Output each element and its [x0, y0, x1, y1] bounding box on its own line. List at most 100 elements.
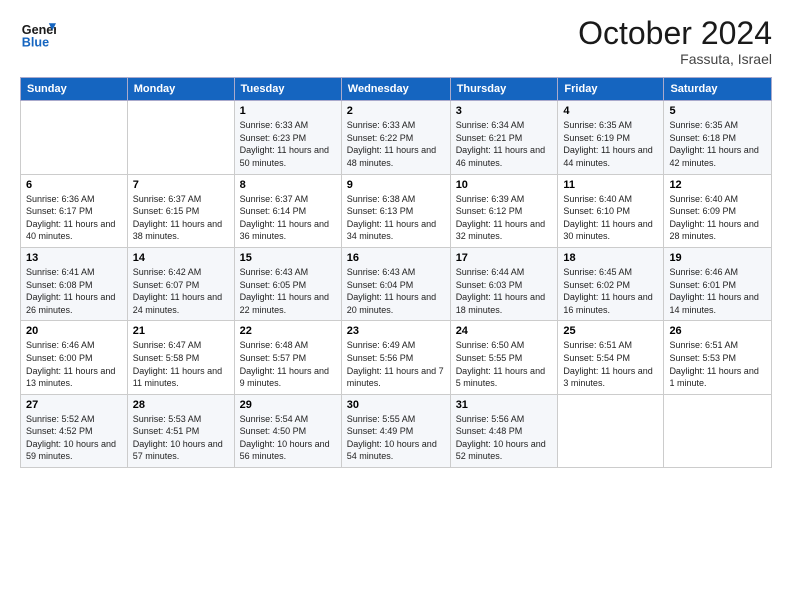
day-number: 24	[456, 325, 553, 337]
week-row-0: 1 Sunrise: 6:33 AM Sunset: 6:23 PM Daylig…	[21, 101, 772, 174]
title-area: October 2024 Fassuta, Israel	[578, 16, 772, 67]
week-row-2: 13Sunrise: 6:41 AM Sunset: 6:08 PM Dayli…	[21, 247, 772, 320]
day-info: Sunrise: 6:35 AM Sunset: 6:18 PM Dayligh…	[669, 119, 766, 169]
page: General Blue October 2024 Fassuta, Israe…	[0, 0, 792, 612]
day-info: Sunrise: 6:38 AM Sunset: 6:13 PM Dayligh…	[347, 193, 445, 243]
cal-cell: 7 Sunrise: 6:37 AM Sunset: 6:15 PM Daylig…	[127, 174, 234, 247]
day-info: Sunrise: 6:33 AM Sunset: 6:23 PM Dayligh…	[240, 119, 336, 169]
day-number: 11	[563, 179, 658, 191]
month-title: October 2024	[578, 16, 772, 51]
col-header-wednesday: Wednesday	[341, 78, 450, 101]
cal-cell: 6 Sunrise: 6:36 AM Sunset: 6:17 PM Daylig…	[21, 174, 128, 247]
col-header-tuesday: Tuesday	[234, 78, 341, 101]
day-number: 25	[563, 325, 658, 337]
cal-cell: 1 Sunrise: 6:33 AM Sunset: 6:23 PM Daylig…	[234, 101, 341, 174]
day-info: Sunrise: 5:56 AM Sunset: 4:48 PM Dayligh…	[456, 413, 553, 463]
header: General Blue October 2024 Fassuta, Israe…	[20, 16, 772, 67]
subtitle: Fassuta, Israel	[578, 51, 772, 67]
day-number: 16	[347, 252, 445, 264]
calendar-table: SundayMondayTuesdayWednesdayThursdayFrid…	[20, 77, 772, 468]
day-number: 27	[26, 399, 122, 411]
day-number: 14	[133, 252, 229, 264]
day-number: 29	[240, 399, 336, 411]
cal-cell: 17Sunrise: 6:44 AM Sunset: 6:03 PM Dayli…	[450, 247, 558, 320]
cal-cell: 12 Sunrise: 6:40 AM Sunset: 6:09 PM Dayli…	[664, 174, 772, 247]
week-row-1: 6 Sunrise: 6:36 AM Sunset: 6:17 PM Daylig…	[21, 174, 772, 247]
day-number: 15	[240, 252, 336, 264]
day-info: Sunrise: 6:50 AM Sunset: 5:55 PM Dayligh…	[456, 339, 553, 389]
col-header-sunday: Sunday	[21, 78, 128, 101]
cal-cell: 15 Sunrise: 6:43 AM Sunset: 6:05 PM Dayli…	[234, 247, 341, 320]
cal-cell: 29Sunrise: 5:54 AM Sunset: 4:50 PM Dayli…	[234, 394, 341, 467]
cal-cell: 4Sunrise: 6:35 AM Sunset: 6:19 PM Daylig…	[558, 101, 664, 174]
cal-cell: 23Sunrise: 6:49 AM Sunset: 5:56 PM Dayli…	[341, 321, 450, 394]
day-info: Sunrise: 5:55 AM Sunset: 4:49 PM Dayligh…	[347, 413, 445, 463]
col-header-monday: Monday	[127, 78, 234, 101]
day-info: Sunrise: 6:37 AM Sunset: 6:15 PM Dayligh…	[133, 193, 229, 243]
cal-cell: 10 Sunrise: 6:39 AM Sunset: 6:12 PM Dayli…	[450, 174, 558, 247]
cal-cell	[127, 101, 234, 174]
week-row-3: 20Sunrise: 6:46 AM Sunset: 6:00 PM Dayli…	[21, 321, 772, 394]
day-number: 7	[133, 179, 229, 191]
cal-cell: 13Sunrise: 6:41 AM Sunset: 6:08 PM Dayli…	[21, 247, 128, 320]
day-number: 18	[563, 252, 658, 264]
col-header-thursday: Thursday	[450, 78, 558, 101]
day-number: 17	[456, 252, 553, 264]
cal-cell: 11 Sunrise: 6:40 AM Sunset: 6:10 PM Dayli…	[558, 174, 664, 247]
day-number: 31	[456, 399, 553, 411]
day-info: Sunrise: 6:48 AM Sunset: 5:57 PM Dayligh…	[240, 339, 336, 389]
day-info: Sunrise: 5:53 AM Sunset: 4:51 PM Dayligh…	[133, 413, 229, 463]
day-number: 28	[133, 399, 229, 411]
day-info: Sunrise: 6:40 AM Sunset: 6:10 PM Dayligh…	[563, 193, 658, 243]
day-info: Sunrise: 6:43 AM Sunset: 6:05 PM Dayligh…	[240, 266, 336, 316]
cal-cell: 28 Sunrise: 5:53 AM Sunset: 4:51 PM Dayli…	[127, 394, 234, 467]
day-info: Sunrise: 6:34 AM Sunset: 6:21 PM Dayligh…	[456, 119, 553, 169]
day-info: Sunrise: 6:33 AM Sunset: 6:22 PM Dayligh…	[347, 119, 445, 169]
day-number: 3	[456, 105, 553, 117]
day-number: 10	[456, 179, 553, 191]
day-number: 30	[347, 399, 445, 411]
svg-text:Blue: Blue	[22, 36, 49, 50]
day-number: 26	[669, 325, 766, 337]
col-header-friday: Friday	[558, 78, 664, 101]
cal-cell: 8Sunrise: 6:37 AM Sunset: 6:14 PM Daylig…	[234, 174, 341, 247]
header-row: SundayMondayTuesdayWednesdayThursdayFrid…	[21, 78, 772, 101]
day-number: 2	[347, 105, 445, 117]
day-info: Sunrise: 6:39 AM Sunset: 6:12 PM Dayligh…	[456, 193, 553, 243]
day-info: Sunrise: 6:41 AM Sunset: 6:08 PM Dayligh…	[26, 266, 122, 316]
day-number: 12	[669, 179, 766, 191]
logo: General Blue	[20, 16, 56, 52]
cal-cell: 9 Sunrise: 6:38 AM Sunset: 6:13 PM Daylig…	[341, 174, 450, 247]
day-number: 21	[133, 325, 229, 337]
cal-cell: 16 Sunrise: 6:43 AM Sunset: 6:04 PM Dayli…	[341, 247, 450, 320]
day-number: 4	[563, 105, 658, 117]
day-number: 19	[669, 252, 766, 264]
day-info: Sunrise: 6:47 AM Sunset: 5:58 PM Dayligh…	[133, 339, 229, 389]
day-number: 8	[240, 179, 336, 191]
day-number: 9	[347, 179, 445, 191]
cal-cell: 24 Sunrise: 6:50 AM Sunset: 5:55 PM Dayli…	[450, 321, 558, 394]
cal-cell: 21 Sunrise: 6:47 AM Sunset: 5:58 PM Dayli…	[127, 321, 234, 394]
cal-cell: 14 Sunrise: 6:42 AM Sunset: 6:07 PM Dayli…	[127, 247, 234, 320]
day-number: 1	[240, 105, 336, 117]
day-info: Sunrise: 6:42 AM Sunset: 6:07 PM Dayligh…	[133, 266, 229, 316]
cal-cell: 3 Sunrise: 6:34 AM Sunset: 6:21 PM Daylig…	[450, 101, 558, 174]
week-row-4: 27Sunrise: 5:52 AM Sunset: 4:52 PM Dayli…	[21, 394, 772, 467]
day-info: Sunrise: 6:40 AM Sunset: 6:09 PM Dayligh…	[669, 193, 766, 243]
cal-cell: 20Sunrise: 6:46 AM Sunset: 6:00 PM Dayli…	[21, 321, 128, 394]
cal-cell: 22Sunrise: 6:48 AM Sunset: 5:57 PM Dayli…	[234, 321, 341, 394]
cal-cell: 18 Sunrise: 6:45 AM Sunset: 6:02 PM Dayli…	[558, 247, 664, 320]
day-info: Sunrise: 6:43 AM Sunset: 6:04 PM Dayligh…	[347, 266, 445, 316]
day-info: Sunrise: 6:45 AM Sunset: 6:02 PM Dayligh…	[563, 266, 658, 316]
cal-cell	[558, 394, 664, 467]
day-number: 6	[26, 179, 122, 191]
day-info: Sunrise: 6:49 AM Sunset: 5:56 PM Dayligh…	[347, 339, 445, 389]
day-info: Sunrise: 6:46 AM Sunset: 6:00 PM Dayligh…	[26, 339, 122, 389]
cal-cell: 27Sunrise: 5:52 AM Sunset: 4:52 PM Dayli…	[21, 394, 128, 467]
day-number: 5	[669, 105, 766, 117]
cal-cell: 31 Sunrise: 5:56 AM Sunset: 4:48 PM Dayli…	[450, 394, 558, 467]
day-info: Sunrise: 6:36 AM Sunset: 6:17 PM Dayligh…	[26, 193, 122, 243]
cal-cell: 25Sunrise: 6:51 AM Sunset: 5:54 PM Dayli…	[558, 321, 664, 394]
cal-cell	[664, 394, 772, 467]
col-header-saturday: Saturday	[664, 78, 772, 101]
